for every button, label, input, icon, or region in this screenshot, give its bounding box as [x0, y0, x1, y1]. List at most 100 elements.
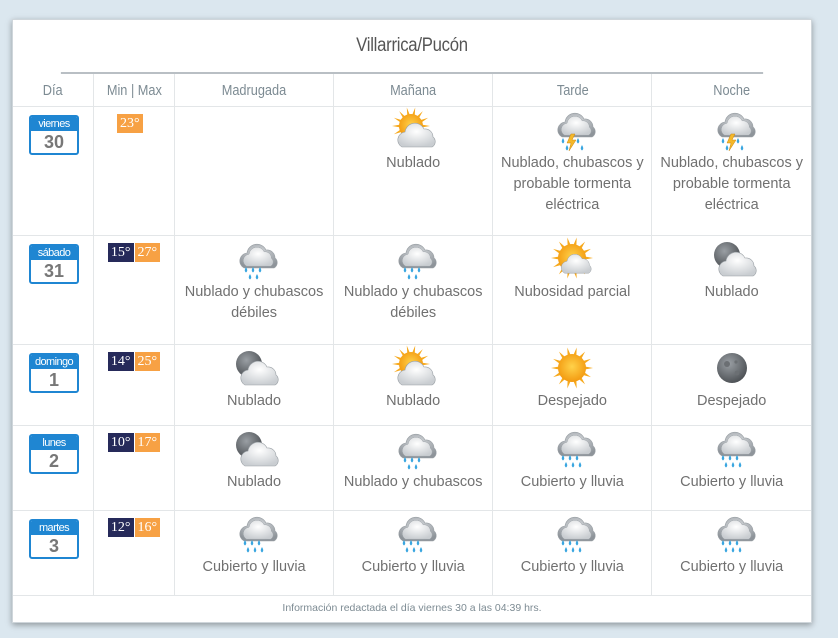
page-title: Villarrica/Pucón	[60, 20, 764, 74]
condition-label: Nublado	[227, 474, 282, 490]
header-tarde: Tarde	[492, 74, 653, 107]
temp-min: 10°	[107, 433, 134, 452]
period-cell: Nublado	[174, 344, 335, 426]
light-rain-icon	[398, 433, 437, 470]
day-number: 3	[48, 536, 59, 556]
temps: 14° 25°	[94, 352, 174, 371]
date-badge: domingo 1	[29, 353, 79, 393]
period-cell: Nublado	[333, 106, 494, 236]
condition-label: Nublado	[704, 284, 759, 300]
period-cell: Nublado y chubascos	[333, 425, 494, 511]
period-cell: Cubierto y lluvia	[651, 425, 811, 511]
period-cell: Despejado	[492, 344, 653, 426]
condition-label: Cubierto y lluvia	[520, 559, 624, 575]
temps: 10° 17°	[94, 433, 174, 452]
header-manana: Mañana	[333, 74, 494, 107]
sun-cloud-icon	[392, 345, 436, 386]
period-cell: Cubierto y lluvia	[174, 510, 335, 596]
date-badge: sábado 31	[29, 244, 79, 284]
temp-max: 25°	[134, 352, 161, 371]
condition-label: Nublado y chubascos débiles	[184, 284, 324, 321]
table-row: domingo 1 14° 25° Nublado Nublado Despejad…	[13, 344, 811, 426]
min-max-cell: 15° 27°	[93, 235, 175, 345]
period-cell: Nublado y chubascos débiles	[174, 235, 335, 345]
day-number: 2	[48, 451, 59, 471]
condition-label: Nublado	[386, 393, 441, 409]
condition-label: Nublado, chubascos y probable tormenta e…	[500, 155, 644, 213]
day-number: 31	[43, 261, 65, 281]
min-max-cell: 10° 17°	[93, 425, 175, 511]
period-cell: Cubierto y lluvia	[651, 510, 811, 596]
temp-max: 23°	[117, 114, 143, 133]
condition-label: Cubierto y lluvia	[520, 474, 624, 490]
heavy-rain-icon	[716, 431, 756, 468]
min-max-cell: 23°	[93, 106, 175, 236]
min-max-cell: 12° 16°	[93, 510, 175, 596]
day-cell: viernes 30	[13, 106, 94, 236]
sun-icon	[551, 347, 594, 389]
forecast-card: Villarrica/Pucón Día Min | Max Madrugada…	[12, 19, 812, 623]
date-badge: martes 3	[29, 519, 79, 559]
heavy-rain-icon	[239, 516, 278, 553]
header-min-max: Min | Max	[93, 74, 175, 107]
day-name: martes	[31, 521, 77, 535]
table-row: sábado 31 15° 27° Nublado y chubascos dé…	[13, 235, 811, 345]
moon-cloud-icon	[713, 242, 757, 277]
temps: 15° 27°	[94, 243, 174, 262]
period-cell	[174, 106, 335, 236]
condition-label: Nublado	[386, 155, 441, 171]
header-madrugada: Madrugada	[174, 74, 335, 107]
min-max-cell: 14° 25°	[93, 344, 175, 426]
period-cell: Nublado	[174, 425, 335, 511]
temp-max: 27°	[134, 243, 161, 262]
condition-label: Nublado	[227, 393, 282, 409]
condition-label: Nubosidad parcial	[514, 284, 631, 300]
storm-icon	[557, 112, 597, 152]
table-header-row: Día Min | Max Madrugada Mañana Tarde Noc…	[13, 74, 811, 107]
temp-min: 12°	[107, 518, 134, 537]
period-cell: Nublado	[333, 344, 494, 426]
period-cell: Nublado, chubascos y probable tormenta e…	[492, 106, 653, 236]
heavy-rain-icon	[557, 516, 597, 553]
condition-label: Despejado	[697, 393, 767, 409]
moon-cloud-icon	[236, 351, 279, 386]
footer-note: Información redactada el día viernes 30 …	[282, 602, 542, 614]
condition-label: Cubierto y lluvia	[680, 474, 784, 490]
date-badge: viernes 30	[29, 115, 79, 155]
light-rain-icon	[398, 243, 437, 280]
day-cell: domingo 1	[13, 344, 94, 426]
day-name: lunes	[31, 436, 77, 450]
table-row: martes 3 12° 16° Cubierto y lluvia Cubier…	[13, 510, 811, 596]
period-cell: Nublado	[651, 235, 811, 345]
condition-label: Cubierto y lluvia	[202, 559, 306, 575]
heavy-rain-icon	[716, 516, 756, 553]
temps: 12° 16°	[94, 518, 174, 537]
sun-cloud-icon	[392, 107, 436, 148]
condition-label: Cubierto y lluvia	[361, 559, 465, 575]
period-cell: Nubosidad parcial	[492, 235, 653, 345]
condition-label: Nublado, chubascos y probable tormenta e…	[660, 155, 804, 213]
period-cell: Cubierto y lluvia	[492, 510, 653, 596]
heavy-rain-icon	[398, 516, 437, 553]
table-row: lunes 2 10° 17° Nublado Nublado y chubasc…	[13, 425, 811, 511]
period-cell: Despejado	[651, 344, 811, 426]
condition-label: Cubierto y lluvia	[680, 559, 784, 575]
temp-max: 16°	[134, 518, 161, 537]
date-badge: lunes 2	[29, 434, 79, 474]
day-name: domingo	[31, 355, 77, 369]
period-cell: Nublado y chubascos débiles	[333, 235, 494, 345]
condition-label: Nublado y chubascos débiles	[343, 284, 483, 321]
day-cell: martes 3	[13, 510, 94, 596]
condition-label: Despejado	[537, 393, 607, 409]
partly-sunny-icon	[551, 237, 594, 279]
period-cell: Cubierto y lluvia	[492, 425, 653, 511]
temps: 23°	[117, 114, 174, 133]
period-cell: Cubierto y lluvia	[333, 510, 494, 596]
period-cell: Nublado, chubascos y probable tormenta e…	[651, 106, 811, 236]
day-name: sábado	[31, 246, 77, 260]
light-rain-icon	[239, 243, 278, 280]
temp-max: 17°	[134, 433, 161, 452]
day-cell: lunes 2	[13, 425, 94, 511]
day-cell: sábado 31	[13, 235, 94, 345]
table-row: viernes 30 23° Nublado Nublado, chubascos…	[13, 106, 811, 236]
